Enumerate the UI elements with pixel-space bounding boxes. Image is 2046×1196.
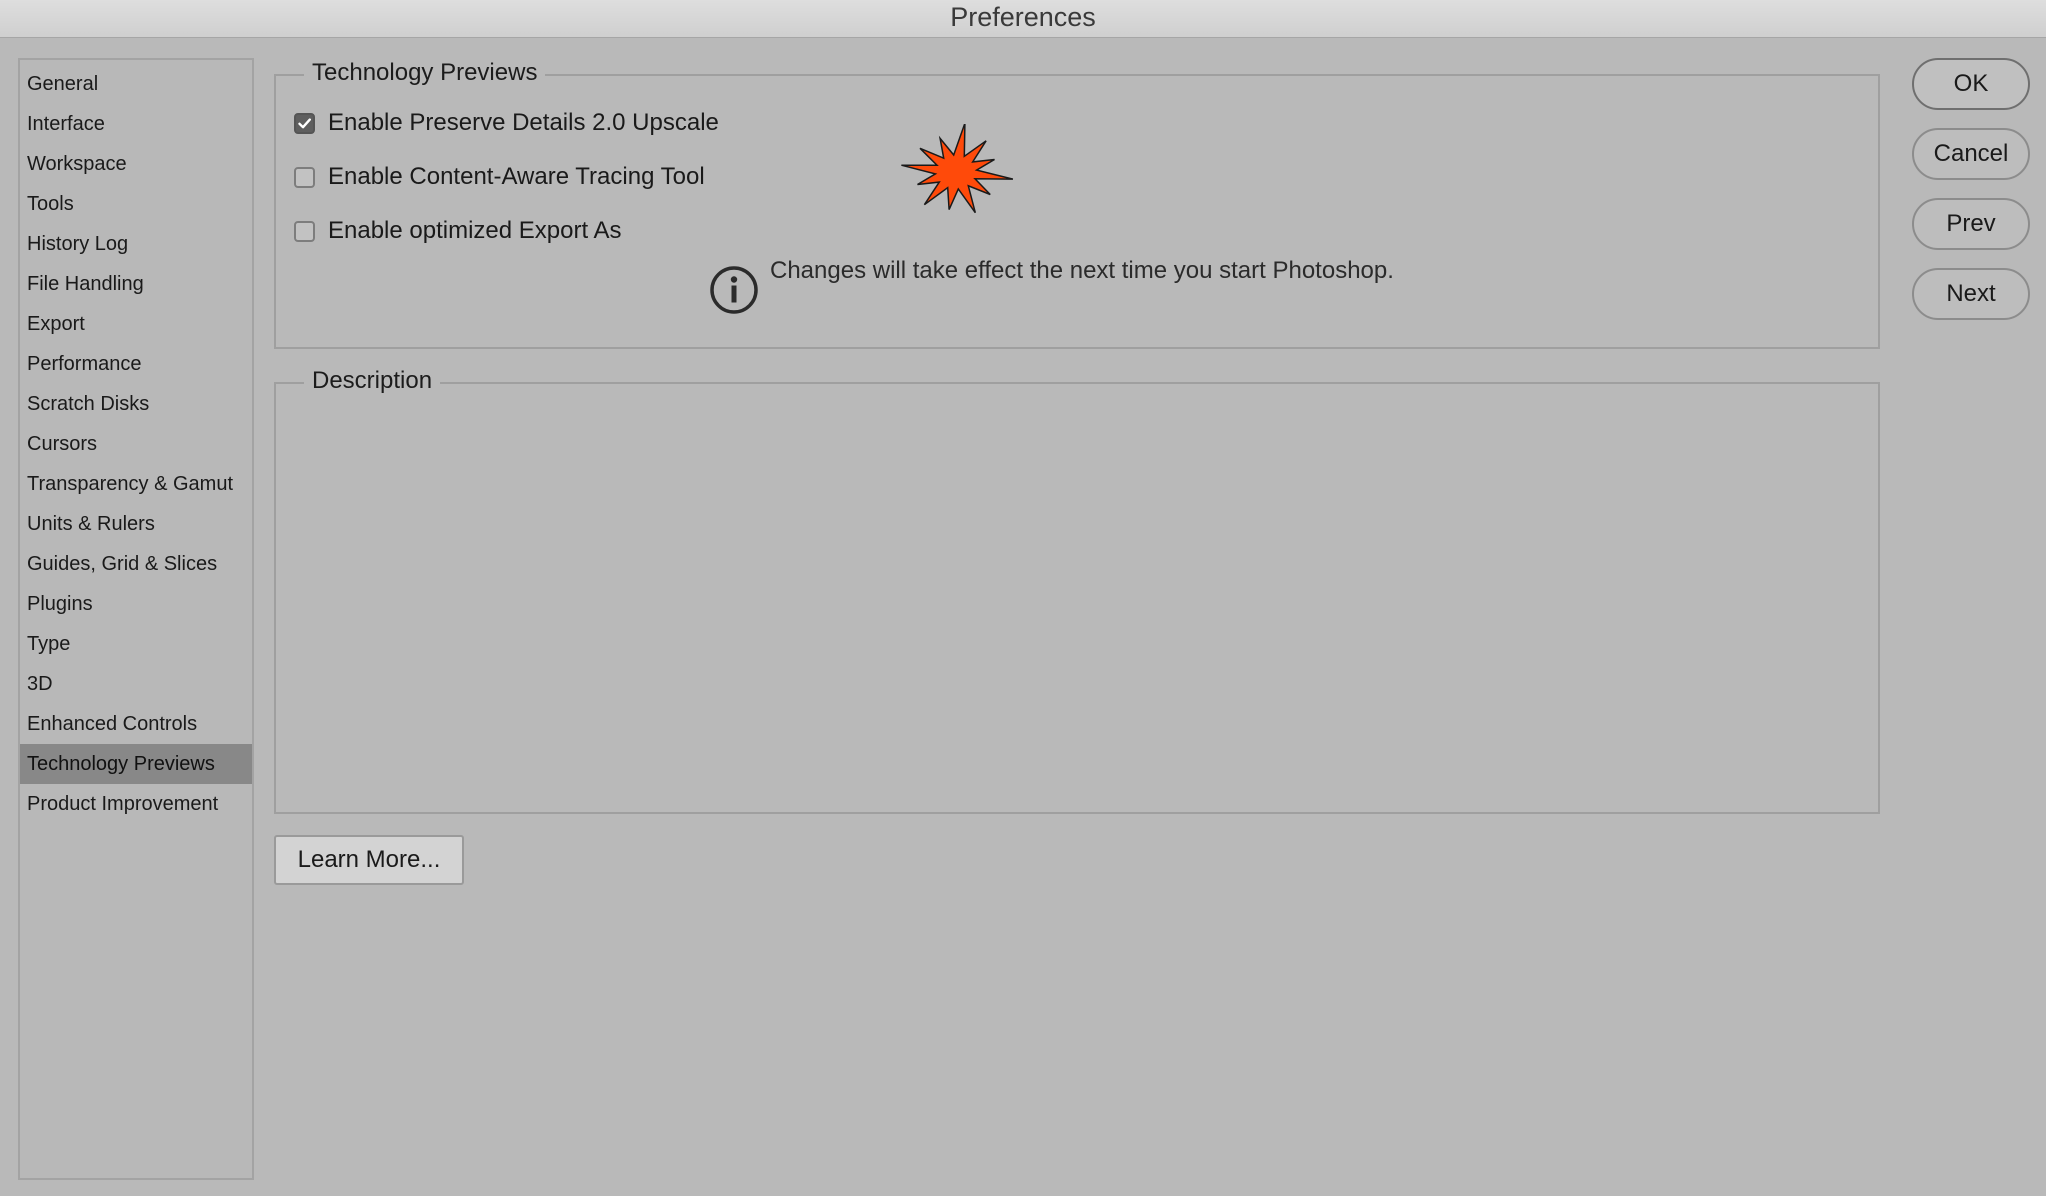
info-circle-icon	[710, 266, 758, 314]
sidebar-item-guides-grid-slices[interactable]: Guides, Grid & Slices	[20, 544, 252, 584]
optimized-export-checkbox[interactable]	[294, 220, 315, 242]
preserve-details-label: Enable Preserve Details 2.0 Upscale	[328, 109, 719, 136]
ok-button[interactable]: OK	[1912, 58, 2030, 110]
preferences-window: Preferences General Interface Workspace …	[0, 0, 2046, 1196]
sidebar-item-cursors[interactable]: Cursors	[20, 424, 252, 464]
sidebar-item-performance[interactable]: Performance	[20, 344, 252, 384]
content-aware-tracing-label: Enable Content-Aware Tracing Tool	[328, 163, 705, 190]
description-title: Description	[304, 364, 441, 398]
sidebar-item-transparency-gamut[interactable]: Transparency & Gamut	[20, 464, 252, 504]
option-content-aware-tracing[interactable]: Enable Content-Aware Tracing Tool	[294, 163, 705, 191]
sidebar-list: General Interface Workspace Tools Histor…	[20, 60, 252, 824]
sidebar-item-general[interactable]: General	[20, 64, 252, 104]
sidebar-item-export[interactable]: Export	[20, 304, 252, 344]
cancel-button[interactable]: Cancel	[1912, 128, 2030, 180]
option-optimized-export-as[interactable]: Enable optimized Export As	[294, 217, 622, 245]
next-button[interactable]: Next	[1912, 268, 2030, 320]
sidebar-item-3d[interactable]: 3D	[20, 664, 252, 704]
technology-previews-group: Technology Previews Enable Preserve Deta…	[274, 56, 1880, 349]
sidebar-item-product-improvement[interactable]: Product Improvement	[20, 784, 252, 824]
content-aware-tracing-checkbox[interactable]	[294, 166, 315, 188]
sidebar-item-plugins[interactable]: Plugins	[20, 584, 252, 624]
sidebar-item-workspace[interactable]: Workspace	[20, 144, 252, 184]
option-preserve-details-upscale[interactable]: Enable Preserve Details 2.0 Upscale	[294, 109, 719, 137]
sidebar-item-scratch-disks[interactable]: Scratch Disks	[20, 384, 252, 424]
sidebar-item-history-log[interactable]: History Log	[20, 224, 252, 264]
checkmark-icon	[298, 117, 311, 128]
prev-button[interactable]: Prev	[1912, 198, 2030, 250]
sidebar-item-technology-previews[interactable]: Technology Previews	[20, 744, 252, 784]
sidebar-item-tools[interactable]: Tools	[20, 184, 252, 224]
sidebar-item-units-rulers[interactable]: Units & Rulers	[20, 504, 252, 544]
starburst-highlight-icon	[901, 124, 1014, 214]
window-title: Preferences	[0, 0, 2046, 38]
sidebar-item-file-handling[interactable]: File Handling	[20, 264, 252, 304]
description-group: Description	[274, 364, 1880, 814]
sidebar-item-type[interactable]: Type	[20, 624, 252, 664]
sidebar-item-enhanced-controls[interactable]: Enhanced Controls	[20, 704, 252, 744]
restart-notice: Changes will take effect the next time y…	[708, 257, 1394, 316]
restart-notice-text: Changes will take effect the next time y…	[770, 257, 1394, 284]
technology-previews-title: Technology Previews	[304, 56, 546, 90]
preferences-sidebar: General Interface Workspace Tools Histor…	[18, 58, 254, 1180]
sidebar-item-interface[interactable]: Interface	[20, 104, 252, 144]
learn-more-button[interactable]: Learn More...	[274, 835, 464, 885]
optimized-export-label: Enable optimized Export As	[328, 217, 622, 244]
preserve-details-checkbox[interactable]	[294, 112, 315, 134]
